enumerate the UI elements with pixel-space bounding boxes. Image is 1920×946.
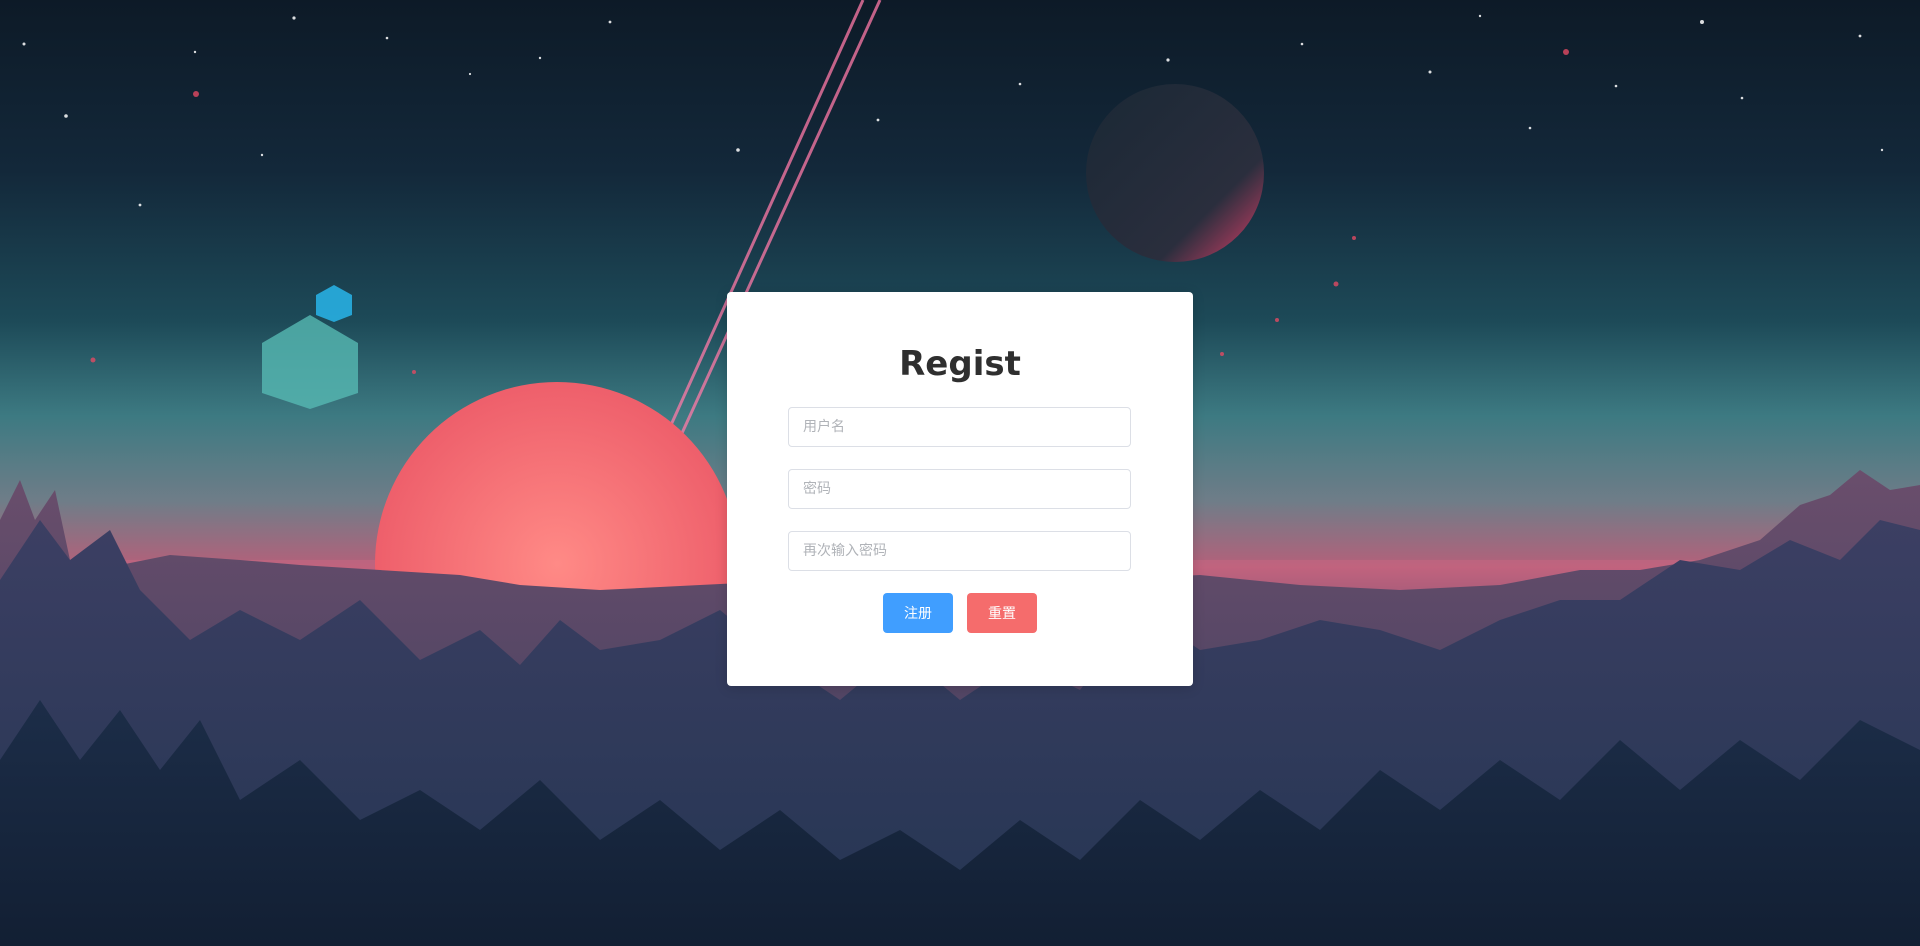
confirm-password-input[interactable] xyxy=(788,531,1131,571)
reset-button[interactable]: 重置 xyxy=(967,593,1037,633)
username-input[interactable] xyxy=(788,407,1131,447)
register-button[interactable]: 注册 xyxy=(883,593,953,633)
password-input[interactable] xyxy=(788,469,1131,509)
register-card: Regist 注册 重置 xyxy=(727,292,1193,686)
register-title: Regist xyxy=(899,344,1021,384)
